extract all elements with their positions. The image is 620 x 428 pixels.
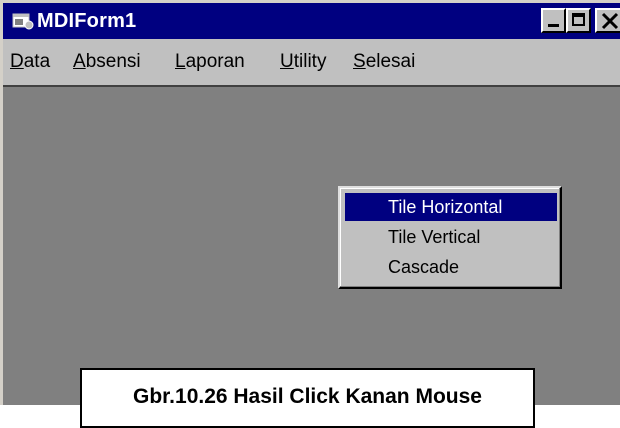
menu-selesai-accelerator: S xyxy=(353,51,366,72)
minimize-button[interactable] xyxy=(541,8,566,33)
menu-bar: Data Absensi Laporan Utility Selesai xyxy=(3,39,620,85)
menu-absensi-accelerator: A xyxy=(73,51,86,72)
menu-utility-accelerator: U xyxy=(280,51,294,72)
context-menu: Tile Horizontal Tile Vertical Cascade xyxy=(338,186,562,289)
window-title: MDIForm1 xyxy=(37,10,137,32)
minimize-icon xyxy=(548,24,559,27)
close-icon xyxy=(601,12,619,30)
menu-selesai-label: elesai xyxy=(365,51,416,72)
menu-selesai[interactable]: Selesai xyxy=(353,50,415,74)
menu-utility[interactable]: Utility xyxy=(280,50,326,74)
maximize-button[interactable] xyxy=(566,8,591,33)
title-bar[interactable]: MDIForm1 xyxy=(3,3,620,39)
close-button[interactable] xyxy=(595,8,620,33)
menu-data-accelerator: D xyxy=(10,51,24,72)
menu-data[interactable]: Data xyxy=(10,50,50,74)
menu-item-cascade[interactable]: Cascade xyxy=(345,253,557,281)
figure-caption: Gbr.10.26 Hasil Click Kanan Mouse xyxy=(133,385,482,408)
mdi-parent-window: MDIForm1 Data Absensi Laporan Utility Se… xyxy=(0,0,620,405)
menu-absensi[interactable]: Absensi xyxy=(73,50,141,74)
menu-item-tile-vertical[interactable]: Tile Vertical xyxy=(345,223,557,251)
form-app-icon xyxy=(12,13,34,30)
menu-laporan[interactable]: Laporan xyxy=(175,50,245,74)
figure-caption-box: Gbr.10.26 Hasil Click Kanan Mouse xyxy=(80,368,535,428)
menu-laporan-label: aporan xyxy=(185,51,245,72)
menu-absensi-label: bsensi xyxy=(85,51,141,72)
menu-item-tile-horizontal[interactable]: Tile Horizontal xyxy=(345,193,557,221)
menu-data-label: ata xyxy=(23,51,51,72)
maximize-icon xyxy=(572,13,585,26)
menu-utility-label: tility xyxy=(293,51,327,72)
menu-laporan-accelerator: L xyxy=(175,51,186,72)
